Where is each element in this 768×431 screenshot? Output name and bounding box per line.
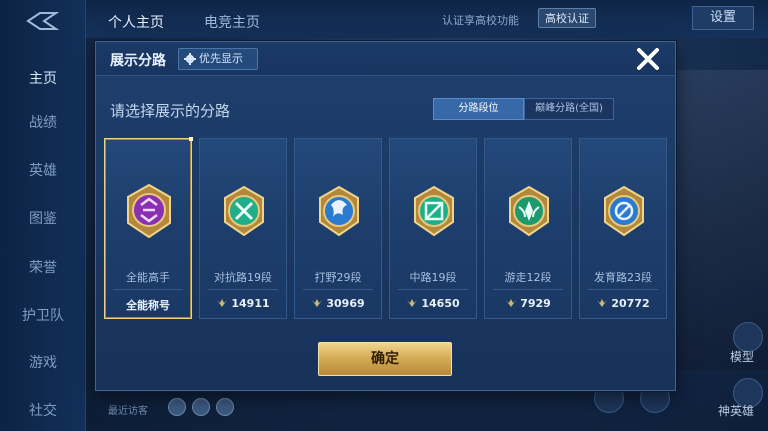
card-divider [588, 289, 658, 290]
lane-card-name: 全能高手 [126, 271, 170, 284]
lane-card-score: 14650 [390, 297, 476, 310]
nav-item-home[interactable]: 主页 [0, 68, 86, 88]
dialog-title: 展示分路 [110, 53, 166, 69]
lane-card-name: 游走12段 [504, 271, 552, 284]
wing-icon [217, 299, 228, 307]
mid-lane-emblem-icon [414, 185, 454, 237]
nav-item-collection[interactable]: 图鉴 [0, 208, 86, 228]
campus-link[interactable]: 认证享高校功能 [442, 12, 519, 28]
wing-icon [312, 299, 323, 307]
dialog-subtitle: 请选择展示的分路 [110, 102, 231, 120]
top-bar: 个人主页 电竞主页 认证享高校功能 高校认证 设置 [86, 0, 768, 38]
nav-item-honor[interactable]: 荣誉 [0, 257, 86, 277]
lane-card-score: 7929 [485, 297, 571, 310]
lane-card-name: 对抗路19段 [214, 271, 272, 284]
lane-card-value: 20772 [611, 297, 650, 310]
lane-card-score: 30969 [295, 297, 381, 310]
lane-card-value: 14911 [231, 297, 270, 310]
model-label: 模型 [729, 350, 754, 364]
nav-item-games[interactable]: 游戏 [0, 352, 86, 372]
visitor-avatar[interactable] [168, 398, 186, 416]
lane-card-name: 发育路23段 [594, 271, 652, 284]
jungle-emblem-icon [319, 185, 359, 237]
clash-lane-emblem-icon [224, 185, 264, 237]
wing-icon [506, 299, 517, 307]
tab-esports[interactable]: 电竞主页 [204, 12, 260, 32]
lane-card-value: 7929 [520, 297, 551, 310]
confirm-button[interactable]: 确定 [318, 342, 452, 376]
visitor-avatar[interactable] [192, 398, 210, 416]
tab-peak-lane[interactable]: 巅峰分路(全国) [524, 98, 614, 120]
settings-button[interactable]: 设置 [692, 6, 754, 30]
dialog-header: 展示分路 优先显示 [96, 42, 675, 76]
farm-lane-emblem-icon [604, 185, 644, 237]
lane-card-score: 14911 [200, 297, 286, 310]
lane-card-farm[interactable]: 发育路23段 20772 [579, 138, 667, 319]
priority-display-button[interactable]: 优先显示 [178, 48, 258, 70]
left-navigation: 主页 战绩 英雄 图鉴 荣誉 护卫队 游戏 社交 [0, 0, 86, 431]
lane-card-value: 全能称号 [126, 299, 170, 312]
card-divider [398, 289, 468, 290]
close-icon[interactable] [635, 46, 661, 72]
card-divider [113, 289, 183, 290]
lane-card-clash[interactable]: 对抗路19段 14911 [199, 138, 287, 319]
lane-card-jungle[interactable]: 打野29段 30969 [294, 138, 382, 319]
lane-card-mid[interactable]: 中路19段 14650 [389, 138, 477, 319]
wing-icon [597, 299, 608, 307]
roam-emblem-icon [509, 185, 549, 237]
campus-badge[interactable]: 高校认证 [538, 8, 596, 28]
lane-card-roam[interactable]: 游走12段 7929 [484, 138, 572, 319]
selection-sparkle [189, 137, 193, 141]
tab-lane-rank[interactable]: 分路段位 [433, 98, 524, 120]
nav-item-guard[interactable]: 护卫队 [0, 305, 86, 325]
visitor-avatar[interactable] [216, 398, 234, 416]
card-divider [303, 289, 373, 290]
nav-item-heroes[interactable]: 英雄 [0, 160, 86, 180]
lane-card-all-round[interactable]: 全能高手 全能称号 [104, 137, 193, 319]
lane-card-name: 中路19段 [409, 271, 457, 284]
card-divider [208, 289, 278, 290]
lane-card-name: 打野29段 [314, 271, 362, 284]
priority-display-label: 优先显示 [199, 52, 243, 65]
nav-item-social[interactable]: 社交 [0, 400, 86, 420]
wing-icon [407, 299, 418, 307]
lane-card-value: 14650 [421, 297, 460, 310]
back-icon[interactable] [24, 10, 60, 32]
hero-label: 神英雄 [717, 404, 754, 418]
card-divider [493, 289, 563, 290]
gear-icon [184, 53, 196, 65]
lane-card-score: 20772 [580, 297, 666, 310]
lane-card-value: 30969 [326, 297, 365, 310]
all-round-emblem-icon [127, 183, 171, 239]
display-lane-dialog: 展示分路 优先显示 请选择展示的分路 分路段位 巅峰分路(全国) 全能高手 全能… [95, 41, 676, 391]
tab-profile[interactable]: 个人主页 [108, 12, 164, 32]
nav-item-record[interactable]: 战绩 [0, 112, 86, 132]
recent-visitors-label: 最近访客 [108, 406, 148, 417]
